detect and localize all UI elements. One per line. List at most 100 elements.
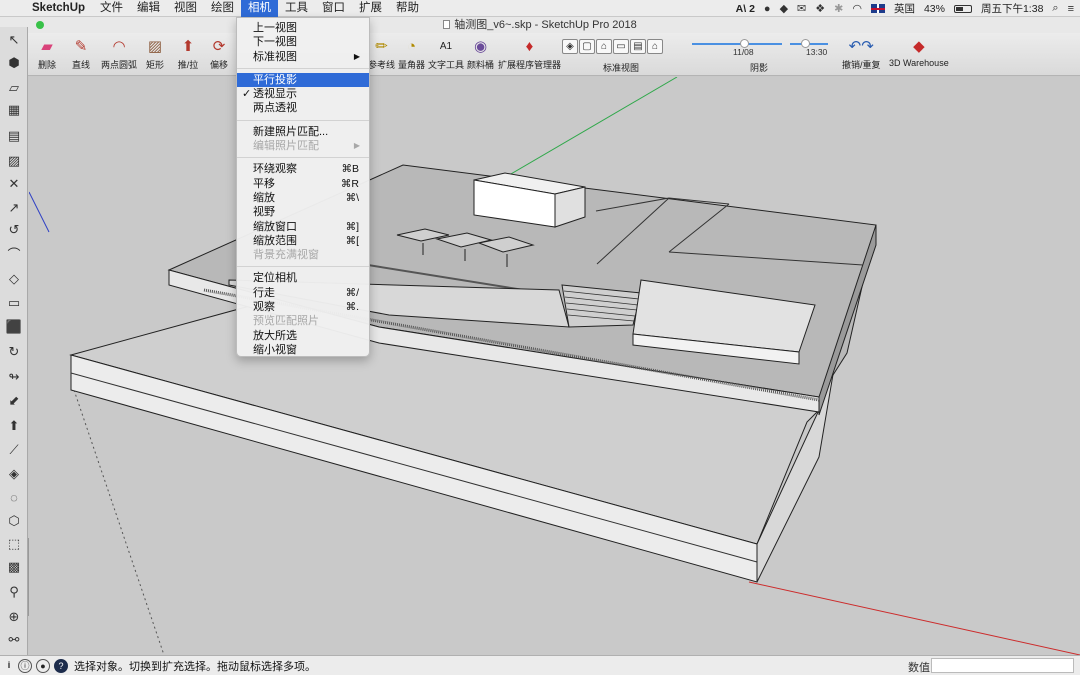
bluetooth-icon[interactable]: ✱ bbox=[834, 2, 843, 15]
spotlight-icon[interactable]: ⌕ bbox=[1052, 2, 1058, 15]
pan-icon[interactable]: ⬡ bbox=[3, 511, 25, 531]
shadow-time-slider[interactable] bbox=[790, 39, 828, 48]
orbit-icon[interactable]: ◌ bbox=[3, 487, 25, 507]
app-menu[interactable]: SketchUp bbox=[26, 2, 93, 14]
tool-push-pull[interactable]: ⬆ 推/拉 bbox=[177, 35, 199, 71]
battery-percent[interactable]: 43% bbox=[924, 3, 945, 15]
tool-arc[interactable]: ◠ 两点圆弧 bbox=[101, 35, 137, 71]
position-camera-icon[interactable]: ⊕ bbox=[3, 607, 25, 627]
rectangle-tool-icon[interactable]: ▭ bbox=[3, 293, 25, 313]
tool-paint-bucket[interactable]: ◉ 颜料桶 bbox=[467, 35, 494, 71]
menu-item-label: 缩放 bbox=[253, 191, 275, 204]
camera-menu-item[interactable]: 行走 ⌘/ bbox=[237, 286, 369, 300]
front-view-button[interactable]: ⌂ bbox=[596, 39, 612, 54]
move-tool-icon[interactable]: ⬛ bbox=[3, 317, 25, 337]
menu-help[interactable]: 帮助 bbox=[389, 0, 426, 17]
camera-menu-item[interactable]: 环绕观察 ⌘B bbox=[237, 162, 369, 176]
notification-center-icon[interactable]: ≡ bbox=[1068, 3, 1074, 15]
menu-view[interactable]: 视图 bbox=[167, 0, 204, 17]
tool-offset[interactable]: ⟳ 偏移 bbox=[208, 35, 230, 71]
geo-location-icon[interactable]: i bbox=[4, 659, 14, 673]
camera-menu-item[interactable]: 视野 bbox=[237, 205, 369, 219]
camera-menu-item[interactable]: 平移 ⌘R bbox=[237, 177, 369, 191]
camera-menu-item[interactable]: 观察 ⌘. bbox=[237, 300, 369, 314]
left-view-button[interactable]: ⌂ bbox=[647, 39, 663, 54]
zoom-window-icon[interactable]: ⬚ bbox=[3, 534, 25, 554]
camera-menu-item[interactable]: 平行投影 bbox=[237, 72, 369, 88]
notification-icon[interactable]: ◆ bbox=[780, 2, 788, 15]
window-zoom-button[interactable] bbox=[36, 21, 44, 29]
user-icon[interactable]: ● bbox=[36, 658, 50, 673]
tool-line[interactable]: ✎ 直线 bbox=[70, 35, 92, 71]
follow-me-icon[interactable]: ↬ bbox=[3, 367, 25, 387]
menu-extensions[interactable]: 扩展 bbox=[352, 0, 389, 17]
menu-file[interactable]: 文件 bbox=[93, 0, 130, 17]
menu-separator bbox=[237, 157, 369, 159]
scale-tool-icon[interactable]: ⬋ bbox=[3, 391, 25, 411]
camera-menu-item[interactable]: 下一视图 bbox=[237, 35, 369, 49]
qq-icon[interactable]: ● bbox=[764, 3, 771, 15]
push-pull-small-icon[interactable]: ⬆ bbox=[3, 416, 25, 436]
help-icon[interactable]: ? bbox=[54, 658, 68, 673]
dropbox-icon[interactable]: ❖ bbox=[815, 2, 825, 15]
camera-menu-item[interactable]: 标准视图 ▶ bbox=[237, 50, 369, 64]
clock[interactable]: 周五下午1:38 bbox=[981, 1, 1043, 16]
adobe-icon[interactable]: A\ 2 bbox=[736, 3, 755, 15]
eraser-small-icon[interactable]: ▱ bbox=[3, 78, 25, 98]
select-arrow-icon[interactable]: ↖ bbox=[3, 30, 25, 50]
iso-view-button[interactable]: ◈ bbox=[562, 39, 578, 54]
credits-icon[interactable]: ⓘ bbox=[18, 658, 32, 673]
camera-menu-item[interactable]: 缩放 ⌘\ bbox=[237, 191, 369, 205]
look-around-icon[interactable]: ⚯ bbox=[3, 630, 25, 650]
menu-camera[interactable]: 相机 bbox=[241, 0, 279, 17]
camera-menu-item[interactable]: 定位相机 bbox=[237, 271, 369, 285]
tool-text[interactable]: A1 文字工具 bbox=[428, 35, 464, 71]
menu-tools[interactable]: 工具 bbox=[278, 0, 315, 17]
tape-small-icon[interactable]: ⟋ bbox=[3, 440, 25, 460]
menu-edit[interactable]: 编辑 bbox=[130, 0, 167, 17]
top-view-button[interactable]: ▢ bbox=[579, 39, 595, 54]
tool-extension-manager[interactable]: ♦ 扩展程序管理器 bbox=[498, 35, 561, 71]
component-icon[interactable]: ⬢ bbox=[3, 53, 25, 73]
sandbox-icon[interactable]: ▩ bbox=[3, 557, 25, 577]
polygon-tool-icon[interactable]: ◇ bbox=[3, 269, 25, 289]
rotate-tool-icon[interactable]: ↻ bbox=[3, 342, 25, 362]
tool-rectangle[interactable]: ▨ 矩形 bbox=[144, 35, 166, 71]
paint-small-icon[interactable]: ▦ bbox=[3, 100, 25, 120]
wifi-icon[interactable]: ◠ bbox=[852, 2, 862, 15]
input-method[interactable]: 英国 bbox=[894, 1, 915, 16]
section-plane-icon[interactable]: ◈ bbox=[3, 464, 25, 484]
tool-undo-redo[interactable]: ↶↷ 撤销/重复 bbox=[842, 35, 881, 71]
tool-3d-warehouse[interactable]: ◆ 3D Warehouse bbox=[889, 35, 949, 68]
camera-menu-item[interactable]: 放大所选 bbox=[237, 329, 369, 343]
menu-separator bbox=[237, 266, 369, 268]
uk-flag-icon[interactable] bbox=[870, 4, 885, 13]
tool-protractor[interactable]: ◔ 量角器 bbox=[398, 35, 425, 71]
measurements-box[interactable] bbox=[931, 658, 1074, 673]
freehand-icon[interactable]: ▨ bbox=[3, 151, 25, 171]
camera-menu-item[interactable]: 两点透视 bbox=[237, 101, 369, 115]
pencil-icon: ✎ bbox=[74, 38, 88, 55]
arc-tool-icon[interactable]: ↗ bbox=[3, 198, 25, 218]
camera-menu-item[interactable]: 缩放范围 ⌘[ bbox=[237, 234, 369, 248]
tool-tape-measure[interactable]: ✏ 参考线 bbox=[368, 35, 395, 71]
right-view-button[interactable]: ▭ bbox=[613, 39, 629, 54]
menu-draw[interactable]: 绘图 bbox=[204, 0, 241, 17]
back-view-button[interactable]: ▤ bbox=[630, 39, 646, 54]
camera-menu-item[interactable]: 新建照片匹配... bbox=[237, 125, 369, 139]
axes-icon[interactable]: ✕ bbox=[3, 174, 25, 194]
tool-eraser[interactable]: ▰ 删除 bbox=[36, 35, 58, 71]
pie-tool-icon[interactable]: ⌒ bbox=[3, 243, 25, 263]
camera-menu-item[interactable]: 缩放窗口 ⌘] bbox=[237, 220, 369, 234]
menu-window[interactable]: 窗口 bbox=[315, 0, 352, 17]
battery-icon[interactable] bbox=[953, 4, 972, 13]
model-viewport[interactable] bbox=[29, 77, 1080, 655]
shadow-date-slider[interactable] bbox=[692, 39, 782, 48]
camera-menu-item[interactable]: ✓ 透视显示 bbox=[237, 87, 369, 101]
wechat-icon[interactable]: ✉ bbox=[797, 2, 806, 15]
walk-icon[interactable]: ⚲ bbox=[3, 582, 25, 602]
line-tool-icon[interactable]: ▤ bbox=[3, 126, 25, 146]
camera-menu-item[interactable]: 上一视图 bbox=[237, 21, 369, 35]
circle-tool-icon[interactable]: ↺ bbox=[3, 220, 25, 240]
camera-menu-item[interactable]: 缩小视窗 bbox=[237, 343, 369, 357]
